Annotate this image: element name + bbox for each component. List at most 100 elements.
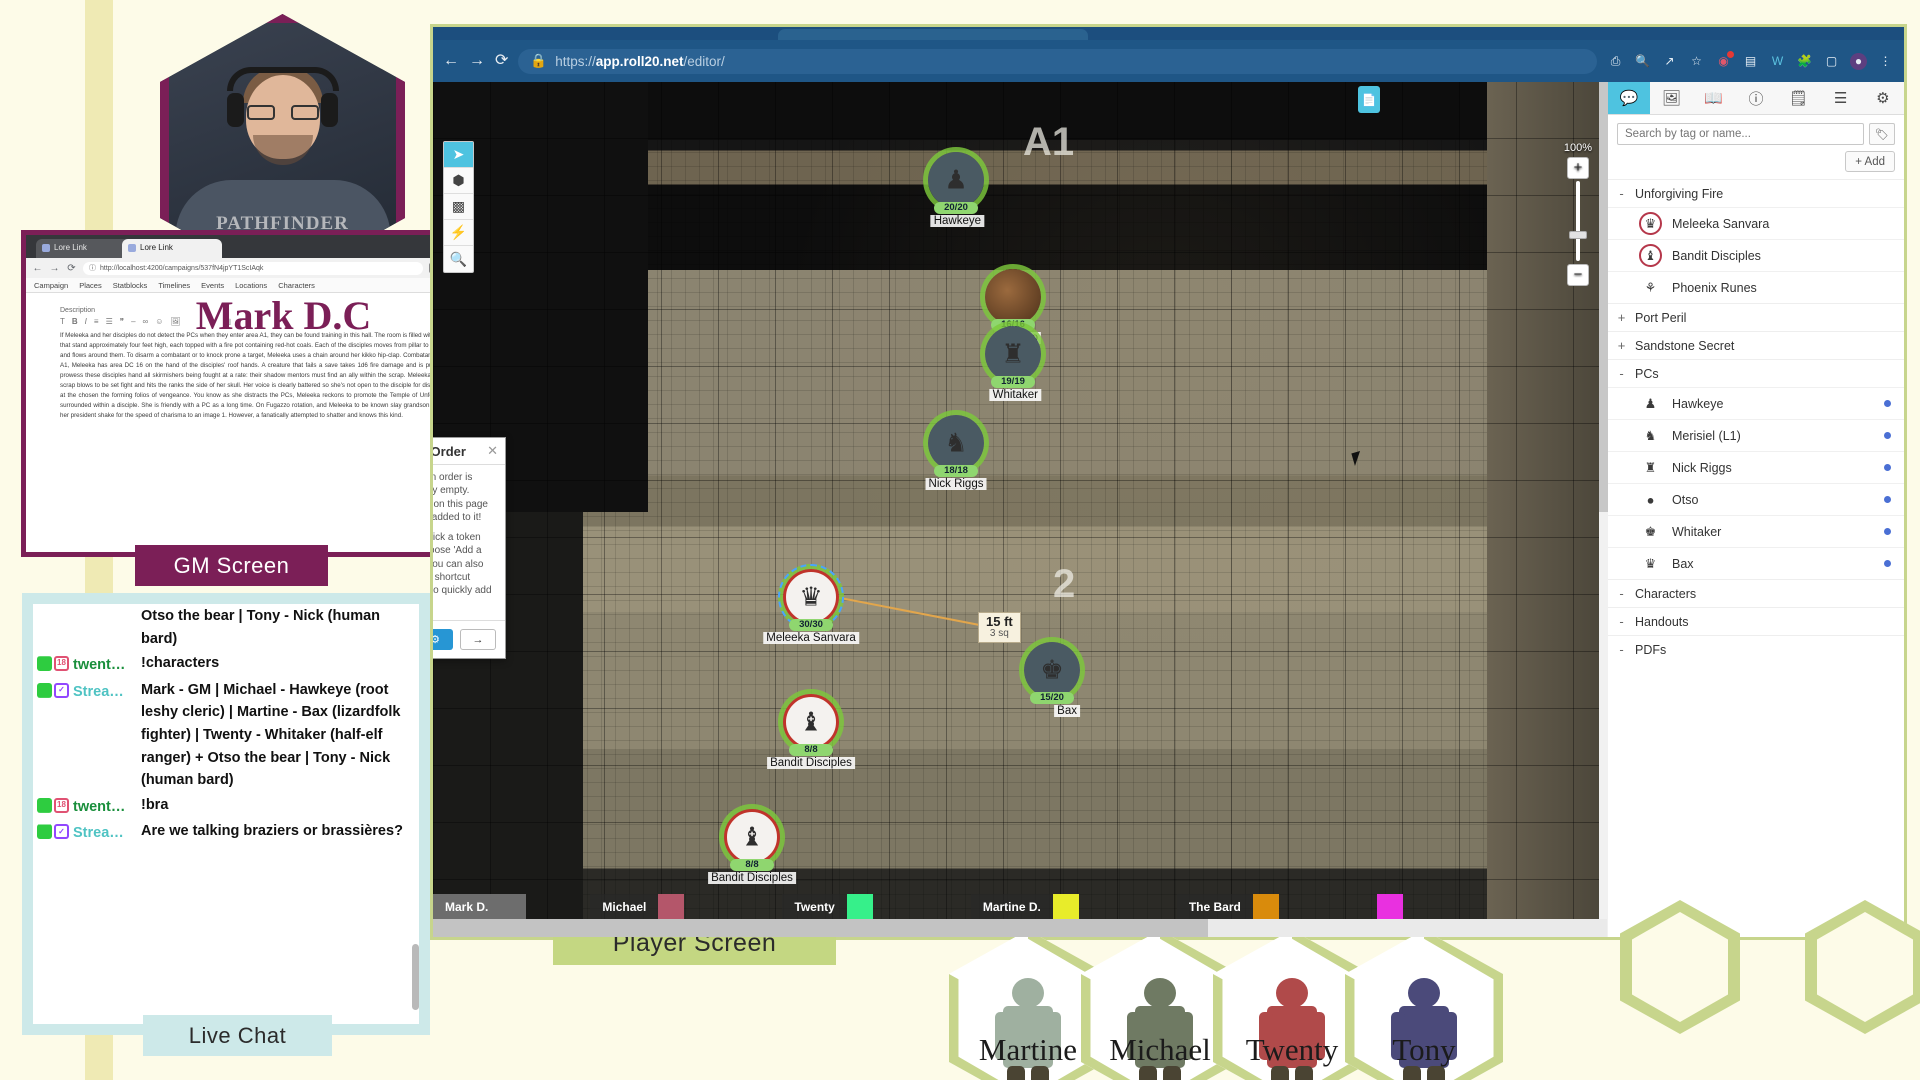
gm-menu-item-5[interactable]: Locations [235, 281, 267, 290]
sidebar-item-merisiel-l1-[interactable]: ♞ Merisiel (L1) [1608, 419, 1904, 451]
browser-active-tab[interactable] [778, 29, 1088, 40]
zoom-icon[interactable]: 🔍 [1634, 53, 1651, 70]
roll20-sidebar[interactable]: 💬 🖼 📖 ⓘ 🗒 ☰ ⚙ 🏷 + Add -Unforgiving Fire♛… [1599, 82, 1904, 937]
expand-icon[interactable]: + [1617, 310, 1626, 325]
collapse-icon[interactable]: - [1617, 586, 1626, 601]
map-token[interactable]: ♜ 19/19 Whitaker [985, 326, 1041, 401]
page-icon[interactable]: 📄 [1358, 86, 1380, 113]
sidebar-group-handouts[interactable]: - Handouts [1608, 607, 1904, 635]
gm-menu-item-0[interactable]: Campaign [34, 281, 68, 290]
gm-tab-0[interactable]: Lore Link [36, 239, 132, 258]
zoom-slider-track[interactable] [1569, 181, 1587, 261]
w-extension-icon[interactable]: W [1769, 53, 1786, 70]
extension-red-icon[interactable]: ◉ [1715, 50, 1734, 70]
sidebar-group-characters[interactable]: - Characters [1608, 579, 1904, 607]
list-icon[interactable]: ☰ [106, 317, 113, 326]
zoom-control[interactable]: 100% + − [1561, 142, 1595, 286]
image-icon[interactable]: 🖼 [170, 317, 180, 326]
sidebar-group-pdfs[interactable]: - PDFs [1608, 635, 1904, 663]
window-icon[interactable]: ▢ [1823, 53, 1840, 70]
sidebar-item-phoenix-runes[interactable]: ⚘ Phoenix Runes [1608, 271, 1904, 303]
turn-order-dialog[interactable]: Turn Order ✕ The turn order is currently… [433, 437, 506, 659]
sidebar-group-sandstone-secret[interactable]: + Sandstone Secret [1608, 331, 1904, 359]
gm-menu-item-3[interactable]: Timelines [158, 281, 190, 290]
live-chat-panel[interactable]: Otso the bear | Tony - Nick (human bard)… [22, 593, 430, 1035]
screenshot-icon[interactable]: ▤ [1742, 53, 1759, 70]
zoom-out-button[interactable]: − [1567, 264, 1589, 286]
italic-icon[interactable]: I [85, 317, 87, 326]
back-icon[interactable]: ← [32, 263, 43, 274]
close-icon[interactable]: ✕ [487, 443, 498, 459]
gm-menu-item-2[interactable]: Statblocks [113, 281, 148, 290]
gm-tab-1[interactable]: Lore Link [122, 239, 222, 258]
chat-username[interactable]: twent… [73, 794, 141, 819]
collapse-icon[interactable]: - [1617, 614, 1626, 629]
map-token[interactable]: ♟ 20/20 Hawkeye [928, 152, 984, 227]
gm-menu-item-1[interactable]: Places [79, 281, 102, 290]
zoom-slider-thumb[interactable] [1569, 231, 1587, 239]
tag-icon[interactable]: 🏷 [1869, 123, 1895, 145]
chat-username[interactable]: Strea… [73, 820, 141, 845]
map-token[interactable]: ♞ 18/18 Nick Riggs [925, 415, 987, 490]
sidebar-group-port-peril[interactable]: + Port Peril [1608, 303, 1904, 331]
share-icon[interactable]: ↗ [1661, 53, 1678, 70]
roll20-browser-window[interactable]: ← → ⟳ 🔒 https://app.roll20.net/editor/ ⎙… [430, 24, 1907, 940]
journal-icon[interactable]: 📖 [1693, 82, 1735, 114]
forward-icon[interactable]: → [469, 53, 485, 69]
zoom-in-button[interactable]: + [1567, 157, 1589, 179]
chat-username[interactable] [73, 605, 141, 607]
map-token[interactable]: ♝ 8/8 Bandit Disciples [708, 809, 796, 884]
select-arrow-icon[interactable]: ➤ [444, 142, 473, 168]
forward-icon[interactable]: → [49, 263, 60, 274]
add-button[interactable]: + Add [1845, 151, 1895, 172]
chat-scrollbar-thumb[interactable] [412, 944, 419, 1010]
emoji-icon[interactable]: ☺ [155, 317, 163, 326]
cube-icon[interactable]: ⬢ [444, 168, 473, 194]
address-bar-input[interactable]: 🔒 https://app.roll20.net/editor/ [518, 48, 1597, 74]
sidebar-item-bax[interactable]: ♛ Bax [1608, 547, 1904, 579]
sidebar-item-bandit-disciples[interactable]: ♝ Bandit Disciples [1608, 239, 1904, 271]
back-icon[interactable]: ← [443, 53, 459, 69]
text-style-icon[interactable]: T [60, 317, 65, 326]
compendium-icon[interactable]: ⓘ [1735, 82, 1777, 114]
puzzle-icon[interactable]: 🧩 [1796, 53, 1813, 70]
collapse-icon[interactable]: - [1617, 642, 1626, 657]
reload-icon[interactable]: ⟳ [495, 53, 508, 69]
map-horizontal-scrollbar[interactable] [433, 919, 1607, 937]
lightning-icon[interactable]: ⚡ [444, 220, 473, 246]
gm-menu-item-6[interactable]: Characters [278, 281, 315, 290]
search-input[interactable] [1617, 123, 1864, 145]
arrow-right-icon[interactable]: → [460, 629, 496, 650]
sidebar-item-hawkeye[interactable]: ♟ Hawkeye [1608, 387, 1904, 419]
map-token[interactable]: ♛ 30/30 Meleeka Sanvara [763, 564, 859, 644]
map-token[interactable]: ♚ 15/20 Bax [1024, 642, 1080, 717]
chat-username[interactable]: twent… [73, 652, 141, 677]
map-token[interactable]: ♝ 8/8 Bandit Disciples [767, 694, 855, 769]
gm-menu-item-4[interactable]: Events [201, 281, 224, 290]
turnorder-icon[interactable]: 🗒 [1777, 82, 1819, 114]
sidebar-item-otso[interactable]: ● Otso [1608, 483, 1904, 515]
align-icon[interactable]: ≡ [94, 317, 99, 326]
sidebar-group-unforgiving-fire[interactable]: - Unforgiving Fire [1608, 179, 1904, 207]
map-canvas[interactable]: A1 2 ➤ ⬢ ▩ ⚡ 🔍 100% + − 📄 15 ft 3 sq ♟ 2… [433, 82, 1607, 937]
gear-icon[interactable]: ⚙ [433, 629, 453, 650]
link-icon[interactable]: ∞ [143, 317, 149, 326]
collapse-icon[interactable]: - [1617, 366, 1626, 381]
sidebar-item-meleeka-sanvara[interactable]: ♛ Meleeka Sanvara [1608, 207, 1904, 239]
menu-icon[interactable]: ⋮ [1877, 53, 1894, 70]
settings-gear-icon[interactable]: ⚙ [1862, 82, 1904, 114]
bookmark-star-icon[interactable]: ☆ [1688, 53, 1705, 70]
reload-icon[interactable]: ⟳ [66, 263, 77, 274]
settings-box-icon[interactable]: ▣ [224, 317, 232, 326]
quote-icon[interactable]: ❞ [120, 317, 124, 326]
sidebar-tabstrip[interactable]: 💬 🖼 📖 ⓘ 🗒 ☰ ⚙ [1608, 82, 1904, 115]
bold-icon[interactable]: B [72, 317, 78, 326]
sidebar-item-whitaker[interactable]: ♚ Whitaker [1608, 515, 1904, 547]
magnifier-icon[interactable]: 🔍 [444, 246, 473, 272]
expand-icon[interactable]: + [1617, 338, 1626, 353]
collapse-icon[interactable]: - [1617, 186, 1626, 201]
cast-icon[interactable]: ⎙ [1607, 53, 1624, 70]
sidebar-item-nick-riggs[interactable]: ♜ Nick Riggs [1608, 451, 1904, 483]
chat-username[interactable]: Strea… [73, 679, 141, 704]
map-toolbar[interactable]: ➤ ⬢ ▩ ⚡ 🔍 [443, 141, 474, 273]
